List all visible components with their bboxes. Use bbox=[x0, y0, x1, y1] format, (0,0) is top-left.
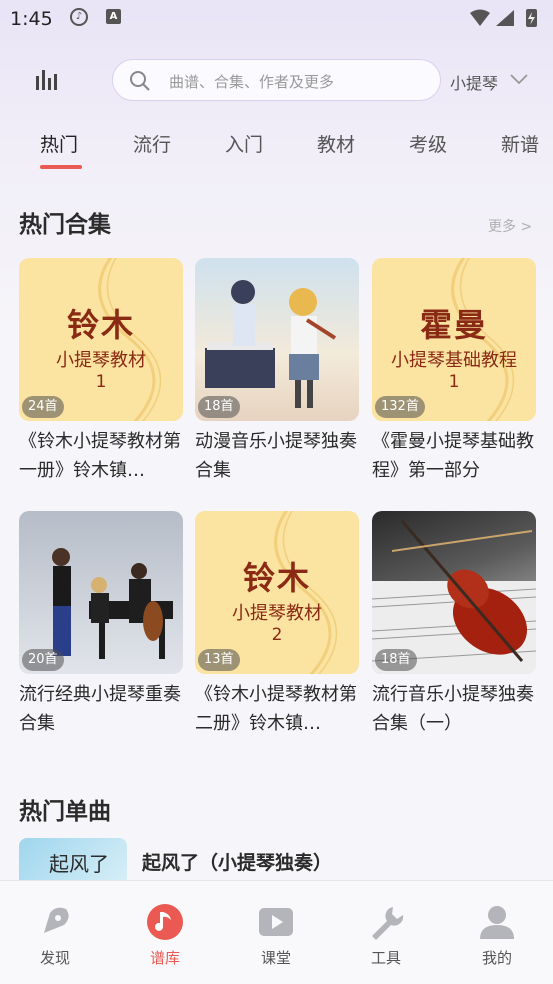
nav-label: 发现 bbox=[39, 949, 70, 967]
compass-icon bbox=[44, 907, 69, 933]
tab-grade-exam[interactable]: 考级 bbox=[409, 130, 447, 157]
cover-subtitle: 小提琴教材 bbox=[232, 603, 322, 624]
nav-tools[interactable]: 工具 bbox=[331, 881, 441, 984]
collection-title: 动漫音乐小提琴独奏合集 bbox=[195, 431, 357, 481]
collection-title: 《铃木小提琴教材第二册》铃木镇… bbox=[195, 684, 357, 734]
nav-discover[interactable]: 发现 bbox=[0, 881, 110, 984]
tab-textbook[interactable]: 教材 bbox=[317, 130, 355, 157]
nav-label: 谱库 bbox=[149, 949, 180, 967]
a-icon: A bbox=[106, 9, 121, 24]
cover-volume: 1 bbox=[448, 372, 460, 392]
nav-library[interactable]: 谱库 bbox=[110, 881, 220, 984]
section-title-singles: 热门单曲 bbox=[19, 799, 111, 825]
search-icon bbox=[130, 71, 150, 91]
tab-new[interactable]: 新谱 bbox=[501, 130, 539, 157]
cover-title: 铃木 bbox=[66, 306, 135, 344]
collection-card[interactable]: 18首 动漫音乐小提琴独奏合集 bbox=[195, 258, 359, 485]
active-tab-indicator bbox=[40, 165, 82, 169]
collection-card[interactable]: 霍曼 小提琴基础教程 1 132首 《霍曼小提琴基础教程》第一部分 bbox=[372, 258, 536, 485]
nav-profile[interactable]: 我的 bbox=[442, 881, 552, 984]
search-placeholder: 曲谱、合集、作者及更多 bbox=[169, 73, 335, 91]
play-icon bbox=[259, 908, 293, 936]
song-count-badge: 18首 bbox=[198, 396, 240, 418]
collection-card[interactable]: 铃木 小提琴教材 2 13首 《铃木小提琴教材第二册》铃木镇… bbox=[195, 511, 359, 738]
chart-icon[interactable] bbox=[32, 66, 60, 94]
collection-title: 《霍曼小提琴基础教程》第一部分 bbox=[372, 431, 534, 481]
music-note-icon: ♪ bbox=[70, 8, 88, 26]
music-note-icon bbox=[147, 904, 183, 940]
song-count-badge: 20首 bbox=[22, 649, 64, 671]
cover-title: 霍曼 bbox=[419, 306, 488, 344]
wrench-icon bbox=[372, 907, 404, 940]
collection-card[interactable]: 铃木 小提琴教材 1 24首 《铃木小提琴教材第一册》铃木镇… bbox=[19, 258, 183, 485]
nav-label: 课堂 bbox=[260, 949, 291, 967]
collection-card[interactable]: 20首 流行经典小提琴重奏合集 bbox=[19, 511, 183, 738]
collection-title: 流行经典小提琴重奏合集 bbox=[19, 684, 181, 734]
search-input[interactable]: 曲谱、合集、作者及更多 bbox=[112, 59, 441, 101]
tab-pop[interactable]: 流行 bbox=[133, 130, 171, 157]
collection-title: 《铃木小提琴教材第一册》铃木镇… bbox=[19, 431, 181, 481]
collection-cover: 20首 bbox=[19, 511, 183, 674]
nav-label: 我的 bbox=[481, 949, 512, 967]
user-icon bbox=[480, 906, 514, 939]
song-title[interactable]: 起风了（小提琴独奏） bbox=[142, 848, 332, 875]
bottom-navigation: 发现 谱库 课堂 工具 我的 bbox=[0, 880, 553, 984]
tab-hot[interactable]: 热门 bbox=[40, 130, 78, 157]
section-title-collections: 热门合集 bbox=[19, 212, 111, 238]
collection-cover: 18首 bbox=[372, 511, 536, 674]
cover-volume: 1 bbox=[95, 372, 107, 392]
collection-card[interactable]: 18首 流行音乐小提琴独奏合集（一） bbox=[372, 511, 536, 738]
cover-subtitle: 小提琴基础教程 bbox=[391, 350, 517, 371]
nav-label: 工具 bbox=[370, 949, 401, 967]
song-count-badge: 132首 bbox=[375, 396, 425, 418]
collection-cover: 铃木 小提琴教材 2 13首 bbox=[195, 511, 359, 674]
cover-volume: 2 bbox=[271, 625, 283, 645]
category-tabs: 热门 流行 入门 教材 考级 新谱 bbox=[0, 130, 553, 172]
cover-subtitle: 小提琴教材 bbox=[56, 350, 146, 371]
status-bar: 1:45 ♪ A bbox=[0, 0, 553, 38]
tab-beginner[interactable]: 入门 bbox=[225, 130, 263, 157]
status-time: 1:45 bbox=[10, 8, 53, 30]
nav-classroom[interactable]: 课堂 bbox=[221, 881, 331, 984]
song-count-badge: 24首 bbox=[22, 396, 64, 418]
cover-title: 铃木 bbox=[242, 559, 311, 597]
collection-cover: 霍曼 小提琴基础教程 1 132首 bbox=[372, 258, 536, 421]
song-count-badge: 13首 bbox=[198, 649, 240, 671]
chevron-down-icon[interactable] bbox=[509, 71, 529, 87]
signal-battery-icon bbox=[470, 9, 537, 27]
thumb-text: 起风了 bbox=[49, 852, 109, 876]
instrument-selector[interactable]: 小提琴 bbox=[450, 70, 498, 94]
collection-cover: 铃木 小提琴教材 1 24首 bbox=[19, 258, 183, 421]
collection-title: 流行音乐小提琴独奏合集（一） bbox=[372, 684, 534, 734]
collection-cover: 18首 bbox=[195, 258, 359, 421]
song-count-badge: 18首 bbox=[375, 649, 417, 671]
more-link[interactable]: 更多 > bbox=[488, 216, 532, 236]
